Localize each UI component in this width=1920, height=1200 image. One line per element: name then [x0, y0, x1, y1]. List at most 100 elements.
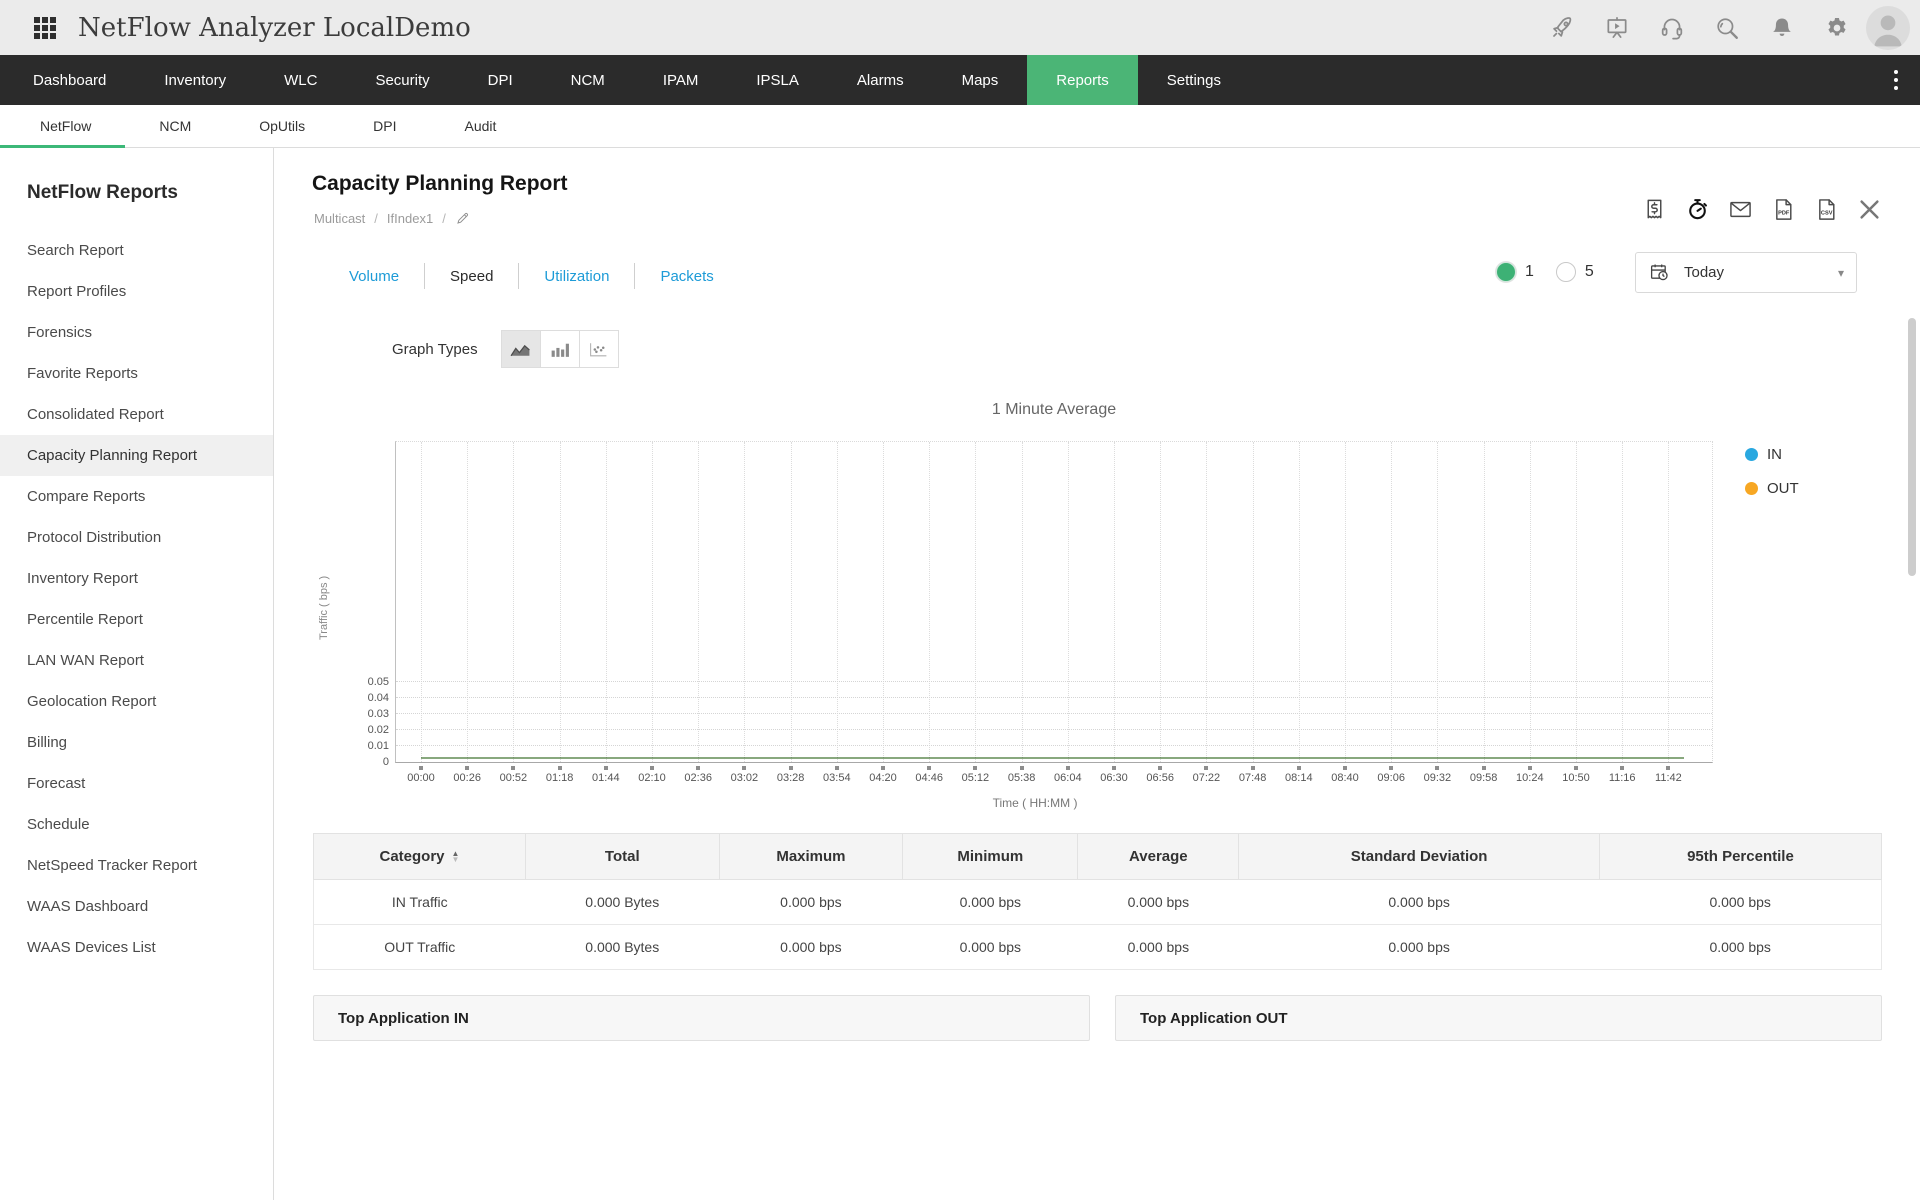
edit-pencil-icon[interactable]: [455, 210, 471, 226]
sidebar-item-protocol-distribution[interactable]: Protocol Distribution: [0, 517, 273, 558]
top-application-out-header[interactable]: Top Application OUT: [1115, 995, 1882, 1041]
nav-tab-security[interactable]: Security: [346, 55, 458, 105]
sidebar-item-search-report[interactable]: Search Report: [0, 230, 273, 271]
chart-x-tick-label: 06:04: [1046, 772, 1090, 784]
interval-radio-1[interactable]: 1: [1496, 262, 1534, 282]
chart-tick-mark: [1528, 766, 1532, 770]
chart-gridline-h: [396, 745, 1712, 746]
chart-gridline-v: [1622, 442, 1623, 762]
col-header-standard-deviation[interactable]: Standard Deviation: [1239, 834, 1600, 880]
schedule-timer-icon[interactable]: [1682, 194, 1712, 224]
nav-tab-wlc[interactable]: WLC: [255, 55, 346, 105]
sidebar-item-forecast[interactable]: Forecast: [0, 763, 273, 804]
top-application-in-header[interactable]: Top Application IN: [313, 995, 1090, 1041]
nav-tab-alarms[interactable]: Alarms: [828, 55, 933, 105]
sub-tab-ncm[interactable]: NCM: [125, 105, 225, 147]
demo-screen-icon[interactable]: [1604, 15, 1630, 41]
sub-tab-netflow[interactable]: NetFlow: [0, 105, 125, 147]
user-avatar[interactable]: [1866, 6, 1910, 50]
sidebar-item-compare-reports[interactable]: Compare Reports: [0, 476, 273, 517]
graph-type-area-chart[interactable]: [501, 330, 541, 368]
tab-utilization[interactable]: Utilization: [519, 268, 634, 285]
sidebar-item-netspeed-tracker-report[interactable]: NetSpeed Tracker Report: [0, 845, 273, 886]
col-header-minimum[interactable]: Minimum: [903, 834, 1078, 880]
col-header-category[interactable]: Category▲▼: [314, 834, 526, 880]
col-header-95th-percentile[interactable]: 95th Percentile: [1599, 834, 1881, 880]
col-header-maximum[interactable]: Maximum: [719, 834, 903, 880]
nav-tab-ncm[interactable]: NCM: [542, 55, 634, 105]
breadcrumb-separator: /: [374, 211, 378, 226]
chart-tick-mark: [1389, 766, 1393, 770]
sub-tab-oputils[interactable]: OpUtils: [225, 105, 339, 147]
svg-text:PDF: PDF: [1778, 210, 1790, 216]
tab-volume[interactable]: Volume: [324, 268, 424, 285]
nav-tab-dpi[interactable]: DPI: [459, 55, 542, 105]
sidebar-item-capacity-planning-report[interactable]: Capacity Planning Report: [0, 435, 273, 476]
rocket-icon[interactable]: [1549, 15, 1575, 41]
interval-radio-5[interactable]: 5: [1556, 262, 1594, 282]
legend-item-in[interactable]: IN: [1745, 446, 1799, 463]
chart-x-tick-label: 01:44: [584, 772, 628, 784]
nav-overflow-menu-icon[interactable]: [1886, 55, 1906, 105]
chart-plot-area[interactable]: 00:0000:2600:5201:1801:4402:1002:3603:02…: [395, 441, 1713, 763]
support-headset-icon[interactable]: [1659, 15, 1685, 41]
nav-tab-inventory[interactable]: Inventory: [135, 55, 255, 105]
chart-gridline-h: [396, 713, 1712, 714]
notifications-bell-icon[interactable]: [1769, 15, 1795, 41]
chart-y-tick-label: 0.04: [345, 692, 389, 704]
sidebar-item-billing[interactable]: Billing: [0, 722, 273, 763]
export-csv-icon[interactable]: CSV: [1811, 194, 1841, 224]
chart-tick-mark: [1204, 766, 1208, 770]
breadcrumb-device[interactable]: Multicast: [314, 211, 365, 226]
nav-tab-reports[interactable]: Reports: [1027, 55, 1138, 105]
sidebar-item-report-profiles[interactable]: Report Profiles: [0, 271, 273, 312]
scrollbar-thumb[interactable]: [1908, 318, 1916, 576]
graph-type-bar-chart[interactable]: [540, 330, 580, 368]
header-icons: [1549, 0, 1850, 55]
chart-gridline-v: [1206, 442, 1207, 762]
chart-gridline-v: [929, 442, 930, 762]
sub-tab-dpi[interactable]: DPI: [339, 105, 430, 147]
search-icon[interactable]: [1714, 15, 1740, 41]
sort-icon[interactable]: ▲▼: [452, 851, 460, 863]
chart-x-tick-label: 00:00: [399, 772, 443, 784]
sidebar-item-waas-devices-list[interactable]: WAAS Devices List: [0, 927, 273, 968]
sidebar-item-waas-dashboard[interactable]: WAAS Dashboard: [0, 886, 273, 927]
chart-gridline-v: [606, 442, 607, 762]
chart-tick-mark: [835, 766, 839, 770]
export-pdf-icon[interactable]: PDF: [1768, 194, 1798, 224]
sidebar-item-forensics[interactable]: Forensics: [0, 312, 273, 353]
apps-grid-icon[interactable]: [34, 17, 56, 39]
nav-tab-maps[interactable]: Maps: [933, 55, 1028, 105]
sub-tab-audit[interactable]: Audit: [431, 105, 531, 147]
sidebar-item-geolocation-report[interactable]: Geolocation Report: [0, 681, 273, 722]
settings-gear-icon[interactable]: [1824, 15, 1850, 41]
graph-types-label: Graph Types: [392, 341, 478, 358]
nav-tab-settings[interactable]: Settings: [1138, 55, 1250, 105]
nav-tab-ipam[interactable]: IPAM: [634, 55, 728, 105]
billing-invoice-icon[interactable]: [1639, 194, 1669, 224]
graph-type-scatter-chart[interactable]: [579, 330, 619, 368]
calendar-clock-icon: [1649, 262, 1670, 283]
table-cell: 0.000 bps: [1239, 925, 1600, 970]
close-icon[interactable]: [1854, 194, 1884, 224]
legend-item-out[interactable]: OUT: [1745, 480, 1799, 497]
chart-x-tick-label: 02:10: [630, 772, 674, 784]
email-icon[interactable]: [1725, 194, 1755, 224]
tab-packets[interactable]: Packets: [635, 268, 738, 285]
col-header-total[interactable]: Total: [525, 834, 719, 880]
nav-tab-dashboard[interactable]: Dashboard: [4, 55, 135, 105]
table-cell: 0.000 bps: [1078, 925, 1239, 970]
sidebar-item-percentile-report[interactable]: Percentile Report: [0, 599, 273, 640]
date-range-dropdown[interactable]: Today ▾: [1635, 252, 1857, 293]
sidebar-item-consolidated-report[interactable]: Consolidated Report: [0, 394, 273, 435]
sidebar-item-inventory-report[interactable]: Inventory Report: [0, 558, 273, 599]
col-header-average[interactable]: Average: [1078, 834, 1239, 880]
page-title: Capacity Planning Report: [312, 172, 568, 196]
sidebar-item-favorite-reports[interactable]: Favorite Reports: [0, 353, 273, 394]
sidebar-item-lan-wan-report[interactable]: LAN WAN Report: [0, 640, 273, 681]
sidebar-item-schedule[interactable]: Schedule: [0, 804, 273, 845]
nav-tab-ipsla[interactable]: IPSLA: [727, 55, 828, 105]
breadcrumb-interface[interactable]: IfIndex1: [387, 211, 433, 226]
tab-speed[interactable]: Speed: [425, 268, 518, 285]
